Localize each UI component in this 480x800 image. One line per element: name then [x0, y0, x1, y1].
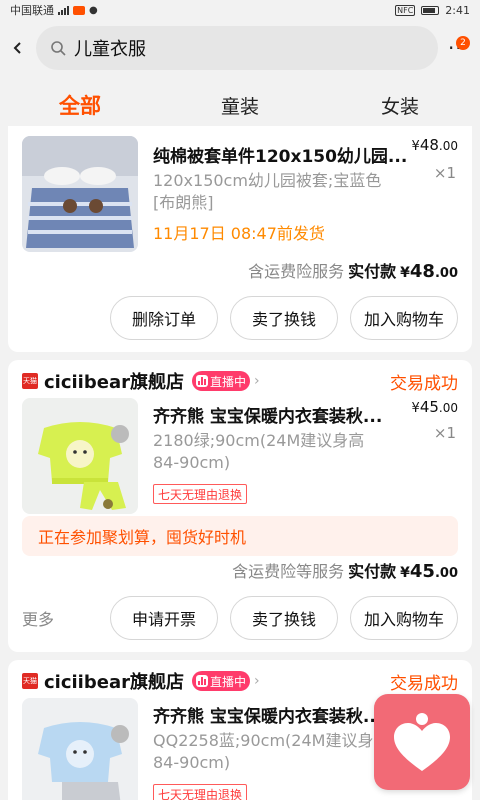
search-bar[interactable]	[36, 26, 438, 70]
shop-name[interactable]: ciciibear旗舰店	[44, 368, 184, 394]
order-actions: 删除订单 卖了换钱 加入购物车	[22, 296, 458, 340]
product-image[interactable]	[22, 698, 138, 800]
floating-favorite-button[interactable]	[374, 694, 470, 790]
order-actions: 更多 申请开票 卖了换钱 加入购物车	[22, 596, 458, 640]
status-bar: 中国联通 ● NFC 2:41	[0, 0, 480, 20]
add-to-cart-button[interactable]: 加入购物车	[350, 296, 458, 340]
search-icon	[51, 41, 66, 56]
delete-order-button[interactable]: 删除订单	[110, 296, 218, 340]
tab-womens-clothing[interactable]: 女装	[320, 78, 480, 132]
chevron-right-icon: ›	[253, 673, 260, 689]
more-link[interactable]: 更多	[22, 606, 54, 630]
tmall-icon: 天猫	[22, 673, 38, 689]
resell-button[interactable]: 卖了换钱	[230, 596, 338, 640]
product-spec: QQ2258蓝;90cm(24M建议身高 84-90cm)	[153, 731, 390, 772]
live-badge[interactable]: 直播中	[191, 671, 250, 691]
product-image[interactable]	[22, 398, 138, 514]
refund-policy-tag: 七天无理由退换	[153, 484, 248, 504]
product-spec: 2180绿;90cm(24M建议身高 84-90cm)	[153, 431, 365, 472]
tab-kids-clothing[interactable]: 童装	[160, 78, 320, 132]
shop-header[interactable]: 天猫 ciciibear旗舰店 直播中 › 交易成功	[22, 366, 458, 396]
refund-policy-tag: 七天无理由退换	[153, 784, 248, 800]
shipping-note: 11月17日 08:47前发货	[153, 224, 325, 243]
product-title[interactable]: 齐齐熊 宝宝保暖内衣套装秋...	[153, 402, 415, 427]
shop-name[interactable]: ciciibear旗舰店	[44, 668, 184, 694]
order-card: 纯棉被套单件120x150幼儿园... ¥48.00 ×1 120x150cm幼…	[8, 126, 472, 352]
clock: 2:41	[445, 3, 470, 17]
tmall-icon: 天猫	[22, 373, 38, 389]
request-invoice-button[interactable]: 申请开票	[110, 596, 218, 640]
add-to-cart-button[interactable]: 加入购物车	[350, 596, 458, 640]
product-spec: 120x150cm幼儿园被套;宝蓝色 [布朗熊]	[153, 171, 382, 212]
signal-icon	[58, 5, 69, 15]
message-count-badge: 2	[456, 36, 470, 50]
shop-header[interactable]: 天猫 ciciibear旗舰店 直播中 › 交易成功	[22, 666, 458, 696]
live-bars-icon	[195, 375, 208, 387]
resell-button[interactable]: 卖了换钱	[230, 296, 338, 340]
promo-banner[interactable]: 正在参加聚划算，囤货好时机	[22, 516, 458, 556]
product-price: ¥45.00	[411, 398, 458, 416]
product-quantity: ×1	[433, 424, 456, 442]
category-tabs: 全部 童装 女装	[0, 78, 480, 132]
order-total: 含运费险等服务 实付款 ¥45.00	[232, 561, 458, 582]
order-status: 交易成功	[390, 673, 458, 694]
back-arrow-icon	[13, 42, 21, 54]
taobao-notification-icon	[73, 5, 85, 15]
search-input[interactable]	[74, 37, 394, 59]
header: ··· 2	[0, 20, 480, 76]
order-total: 含运费险服务 实付款 ¥48.00	[248, 261, 458, 282]
more-menu-button[interactable]: ··· 2	[438, 28, 480, 68]
tab-all[interactable]: 全部	[0, 78, 160, 132]
carrier-label: 中国联通	[10, 4, 54, 17]
order-card: 天猫 ciciibear旗舰店 直播中 › 交易成功 齐齐熊 宝宝保暖内衣套装秋…	[8, 360, 472, 652]
product-price: ¥48.00	[411, 136, 458, 154]
live-badge[interactable]: 直播中	[191, 371, 250, 391]
product-quantity: ×1	[433, 164, 456, 182]
heart-fab-icon	[394, 713, 450, 771]
product-image[interactable]	[22, 136, 138, 252]
chevron-right-icon: ›	[253, 373, 260, 389]
order-status: 交易成功	[390, 373, 458, 394]
nfc-icon: NFC	[395, 4, 416, 16]
battery-icon	[421, 5, 440, 15]
product-title[interactable]: 纯棉被套单件120x150幼儿园...	[153, 142, 415, 167]
wechat-icon: ●	[89, 4, 98, 16]
live-bars-icon	[195, 675, 208, 687]
back-button[interactable]	[0, 28, 36, 68]
